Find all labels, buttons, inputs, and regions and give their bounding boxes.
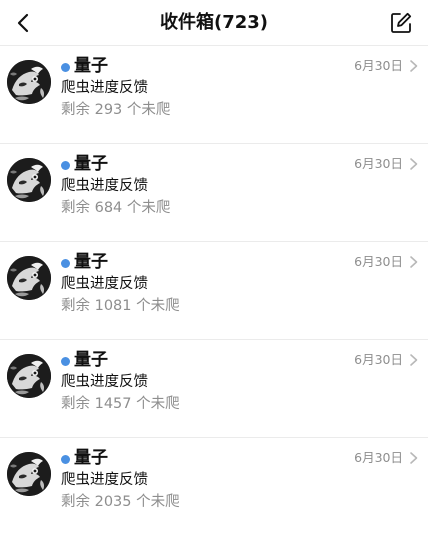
message-subject: 爬虫进度反馈 — [61, 374, 148, 390]
message-list: 量子 爬虫进度反馈 剩余 293 个未爬 6月30日 量子 爬虫进度反馈 剩余 … — [0, 45, 428, 535]
compose-edit-icon — [391, 12, 412, 33]
avatar — [7, 60, 51, 104]
message-row[interactable]: 量子 爬虫进度反馈 剩余 293 个未爬 6月30日 — [0, 45, 428, 143]
avatar — [7, 256, 51, 300]
message-row[interactable]: 量子 爬虫进度反馈 剩余 2035 个未爬 6月30日 — [0, 437, 428, 535]
navigation-bar: 收件箱(723) — [0, 0, 428, 46]
avatar — [7, 452, 51, 496]
message-preview: 剩余 1457 个未爬 — [61, 396, 180, 412]
unread-dot — [61, 161, 70, 170]
message-subject: 爬虫进度反馈 — [61, 472, 148, 488]
message-preview: 剩余 2035 个未爬 — [61, 494, 180, 510]
message-row[interactable]: 量子 爬虫进度反馈 剩余 1081 个未爬 6月30日 — [0, 241, 428, 339]
message-subject: 爬虫进度反馈 — [61, 80, 148, 96]
back-button[interactable] — [10, 9, 38, 37]
page-title: 收件箱(723) — [159, 12, 269, 33]
chevron-right-icon — [410, 60, 418, 72]
avatar — [7, 158, 51, 202]
message-preview: 剩余 1081 个未爬 — [61, 298, 180, 314]
message-subject: 爬虫进度反馈 — [61, 276, 148, 292]
compose-button[interactable] — [388, 10, 414, 36]
sender-name: 量子 — [74, 252, 108, 272]
sender-name: 量子 — [74, 448, 108, 468]
unread-dot — [61, 259, 70, 268]
sender-name: 量子 — [74, 350, 108, 370]
message-date: 6月30日 — [354, 352, 403, 367]
message-row[interactable]: 量子 爬虫进度反馈 剩余 684 个未爬 6月30日 — [0, 143, 428, 241]
message-subject: 爬虫进度反馈 — [61, 178, 148, 194]
message-date: 6月30日 — [354, 58, 403, 73]
avatar — [7, 354, 51, 398]
message-row[interactable]: 量子 爬虫进度反馈 剩余 1457 个未爬 6月30日 — [0, 339, 428, 437]
unread-dot — [61, 357, 70, 366]
message-date: 6月30日 — [354, 254, 403, 269]
chevron-right-icon — [410, 256, 418, 268]
chevron-left-icon — [17, 13, 29, 33]
message-date: 6月30日 — [354, 450, 403, 465]
message-preview: 剩余 293 个未爬 — [61, 102, 171, 118]
message-date: 6月30日 — [354, 156, 403, 171]
chevron-right-icon — [410, 354, 418, 366]
unread-dot — [61, 455, 70, 464]
unread-dot — [61, 63, 70, 72]
sender-name: 量子 — [74, 154, 108, 174]
chevron-right-icon — [410, 452, 418, 464]
message-preview: 剩余 684 个未爬 — [61, 200, 171, 216]
chevron-right-icon — [410, 158, 418, 170]
sender-name: 量子 — [74, 56, 108, 76]
